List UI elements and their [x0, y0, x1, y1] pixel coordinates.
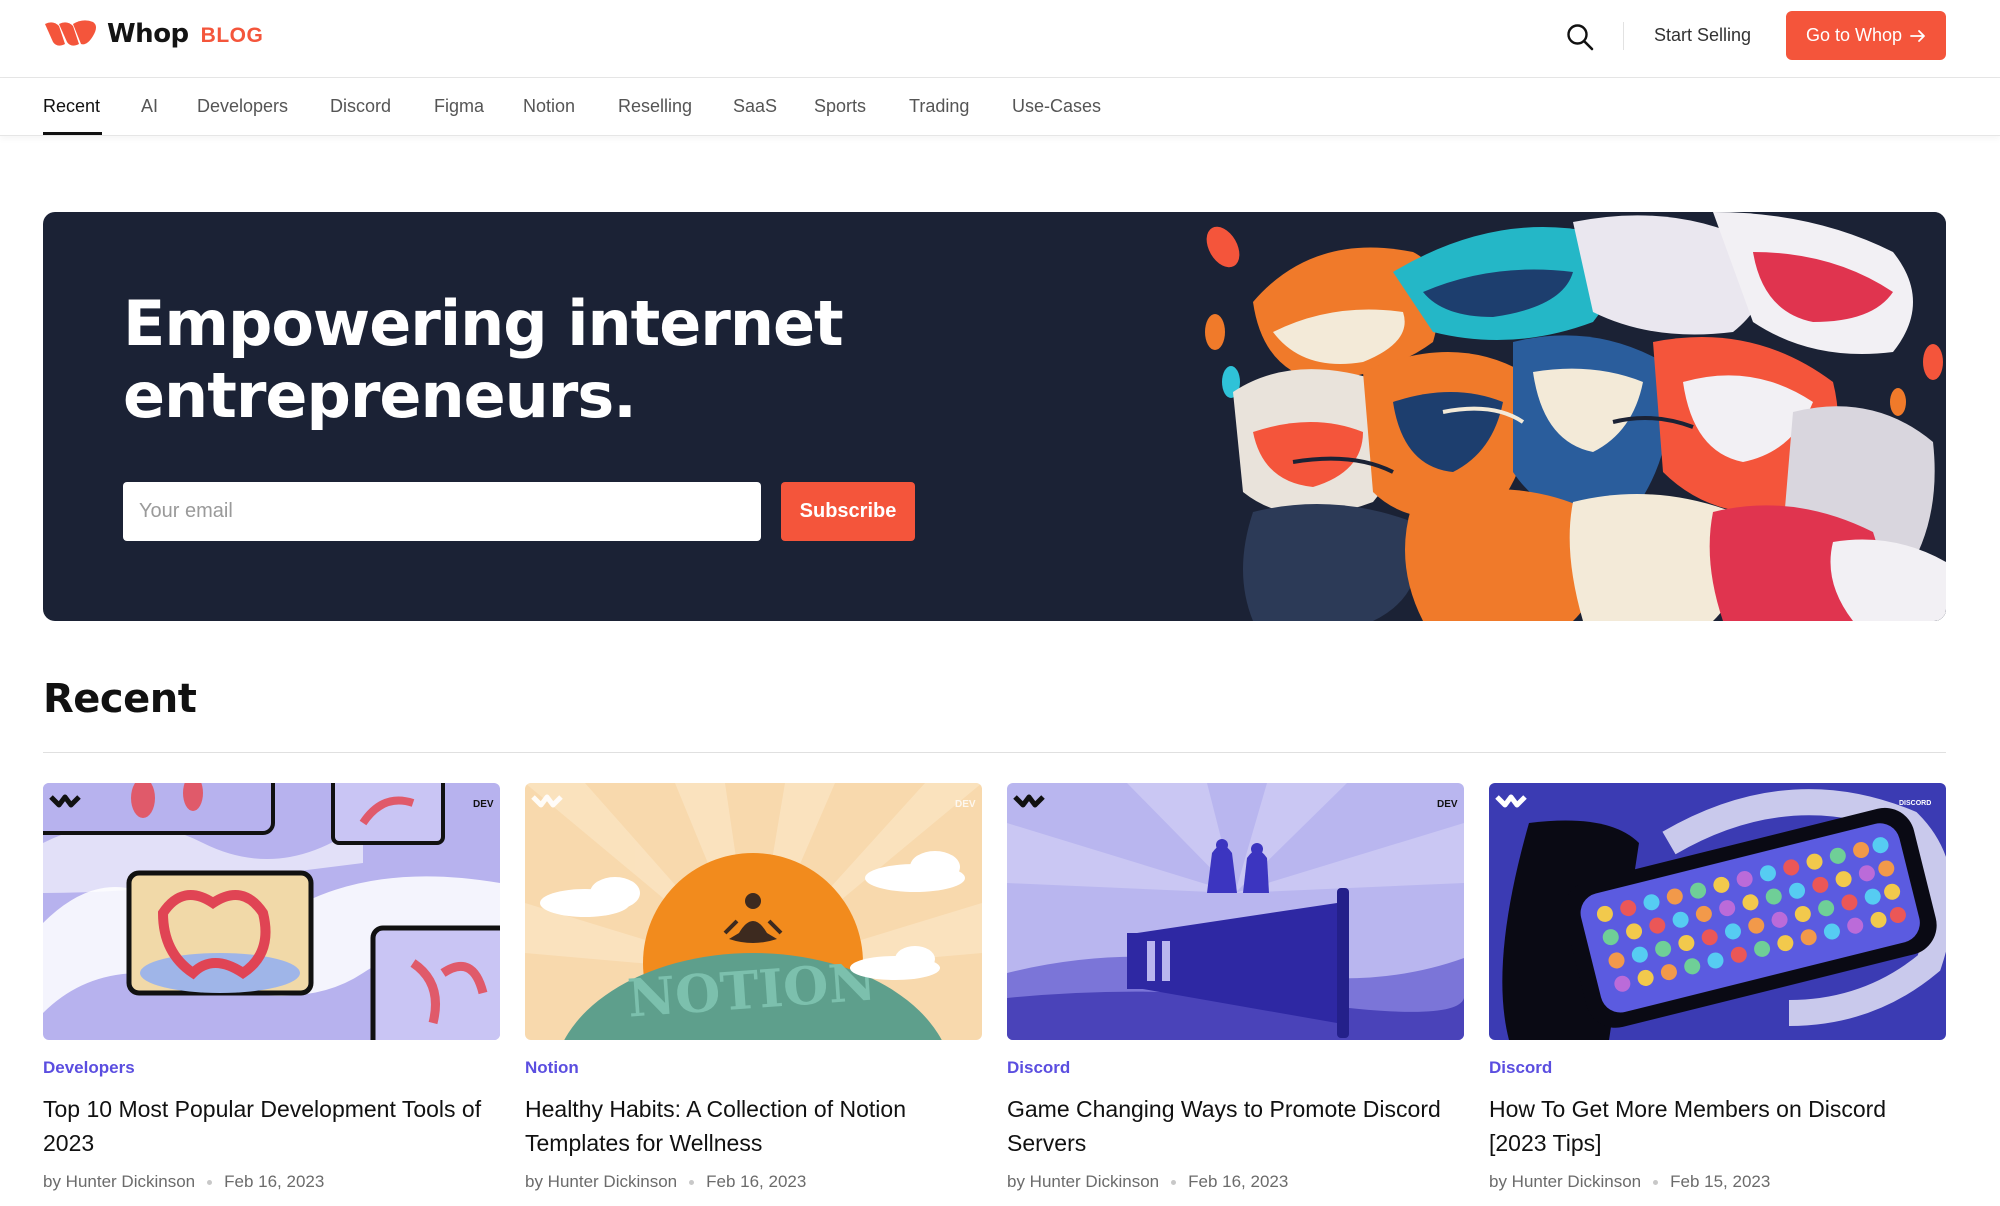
tab-trading[interactable]: Trading [909, 96, 969, 117]
post-title[interactable]: How To Get More Members on Discord [2023… [1489, 1092, 1946, 1160]
hero-banner: Empowering internet entrepreneurs. Subsc… [43, 212, 1946, 621]
whop-logo-icon [45, 20, 96, 46]
whop-blog-logo[interactable]: Whop BLOG [43, 18, 263, 50]
post-thumbnail[interactable]: NOTION DEV [525, 783, 982, 1040]
section-divider [43, 752, 1946, 753]
post-category[interactable]: Developers [43, 1058, 500, 1078]
separator-dot [1171, 1179, 1177, 1185]
thumb-tag: DEV [955, 799, 976, 810]
tab-saas[interactable]: SaaS [733, 96, 777, 117]
thumb-tag: DEV [1437, 799, 1458, 810]
thumb-tag: DEV [473, 799, 494, 810]
post-author: by Hunter Dickinson [525, 1172, 678, 1191]
post-category[interactable]: Notion [525, 1058, 982, 1078]
tab-figma[interactable]: Figma [434, 96, 484, 117]
go-to-whop-label: Go to Whop [1805, 25, 1903, 45]
post-author: by Hunter Dickinson [1007, 1172, 1160, 1191]
discord-members-illustration: DISCORD [1489, 783, 1946, 1040]
tab-discord[interactable]: Discord [330, 96, 391, 117]
post-title[interactable]: Game Changing Ways to Promote Discord Se… [1007, 1092, 1464, 1160]
tab-sports[interactable]: Sports [814, 96, 866, 117]
separator-dot [689, 1179, 695, 1185]
sneakers-illustration [1193, 212, 1946, 621]
dev-tools-illustration: DEV [43, 783, 500, 1040]
go-to-whop-button[interactable]: Go to Whop [1786, 11, 1946, 60]
post-date: Feb 16, 2023 [1188, 1172, 1289, 1191]
post-card[interactable]: DEV Developers Top 10 Most Popular Devel… [43, 783, 500, 1192]
tab-recent[interactable]: Recent [43, 96, 100, 117]
tab-reselling[interactable]: Reselling [618, 96, 692, 117]
discord-promotion-illustration: DEV [1007, 783, 1464, 1040]
post-meta: by Hunter Dickinson Feb 16, 2023 [525, 1172, 982, 1192]
post-thumbnail[interactable]: DEV [43, 783, 500, 1040]
post-date: Feb 16, 2023 [706, 1172, 807, 1191]
post-card[interactable]: NOTION DEV Notion Healthy Habits: A Coll… [525, 783, 982, 1192]
top-header: Whop BLOG Start Selling Go to Whop [0, 0, 2000, 78]
search-icon[interactable] [1565, 22, 1595, 52]
post-meta: by Hunter Dickinson Feb 16, 2023 [43, 1172, 500, 1192]
post-meta: by Hunter Dickinson Feb 16, 2023 [1007, 1172, 1464, 1192]
tab-ai[interactable]: AI [141, 96, 158, 117]
thumb-tag: DISCORD [1899, 800, 1931, 807]
post-meta: by Hunter Dickinson Feb 15, 2023 [1489, 1172, 1946, 1192]
post-date: Feb 16, 2023 [224, 1172, 325, 1191]
arrow-right-icon [1910, 29, 1925, 42]
post-category[interactable]: Discord [1007, 1058, 1464, 1078]
post-author: by Hunter Dickinson [43, 1172, 196, 1191]
post-author: by Hunter Dickinson [1489, 1172, 1642, 1191]
post-title[interactable]: Healthy Habits: A Collection of Notion T… [525, 1092, 982, 1160]
section-heading-recent: Recent [43, 676, 197, 722]
logo-badge: BLOG [200, 24, 264, 47]
tab-notion[interactable]: Notion [523, 96, 575, 117]
post-card[interactable]: DISCORD Discord How To Get More Members … [1489, 783, 1946, 1192]
tab-developers[interactable]: Developers [197, 96, 288, 117]
logo-text: Whop [107, 19, 189, 49]
header-divider [1623, 22, 1624, 50]
tab-use-cases[interactable]: Use-Cases [1012, 96, 1101, 117]
notion-wellness-illustration: NOTION DEV [525, 783, 982, 1040]
start-selling-link[interactable]: Start Selling [1654, 25, 1751, 46]
separator-dot [1653, 1179, 1659, 1185]
separator-dot [207, 1179, 213, 1185]
post-thumbnail[interactable]: DISCORD [1489, 783, 1946, 1040]
category-nav: Recent AI Developers Discord Figma Notio… [0, 78, 2000, 136]
active-tab-underline [43, 132, 102, 135]
post-category[interactable]: Discord [1489, 1058, 1946, 1078]
post-card[interactable]: DEV Discord Game Changing Ways to Promot… [1007, 783, 1464, 1192]
email-input[interactable] [123, 482, 761, 541]
subscribe-button[interactable]: Subscribe [781, 482, 915, 541]
post-thumbnail[interactable]: DEV [1007, 783, 1464, 1040]
post-date: Feb 15, 2023 [1670, 1172, 1771, 1191]
post-title[interactable]: Top 10 Most Popular Development Tools of… [43, 1092, 500, 1160]
hero-title: Empowering internet entrepreneurs. [123, 287, 844, 432]
